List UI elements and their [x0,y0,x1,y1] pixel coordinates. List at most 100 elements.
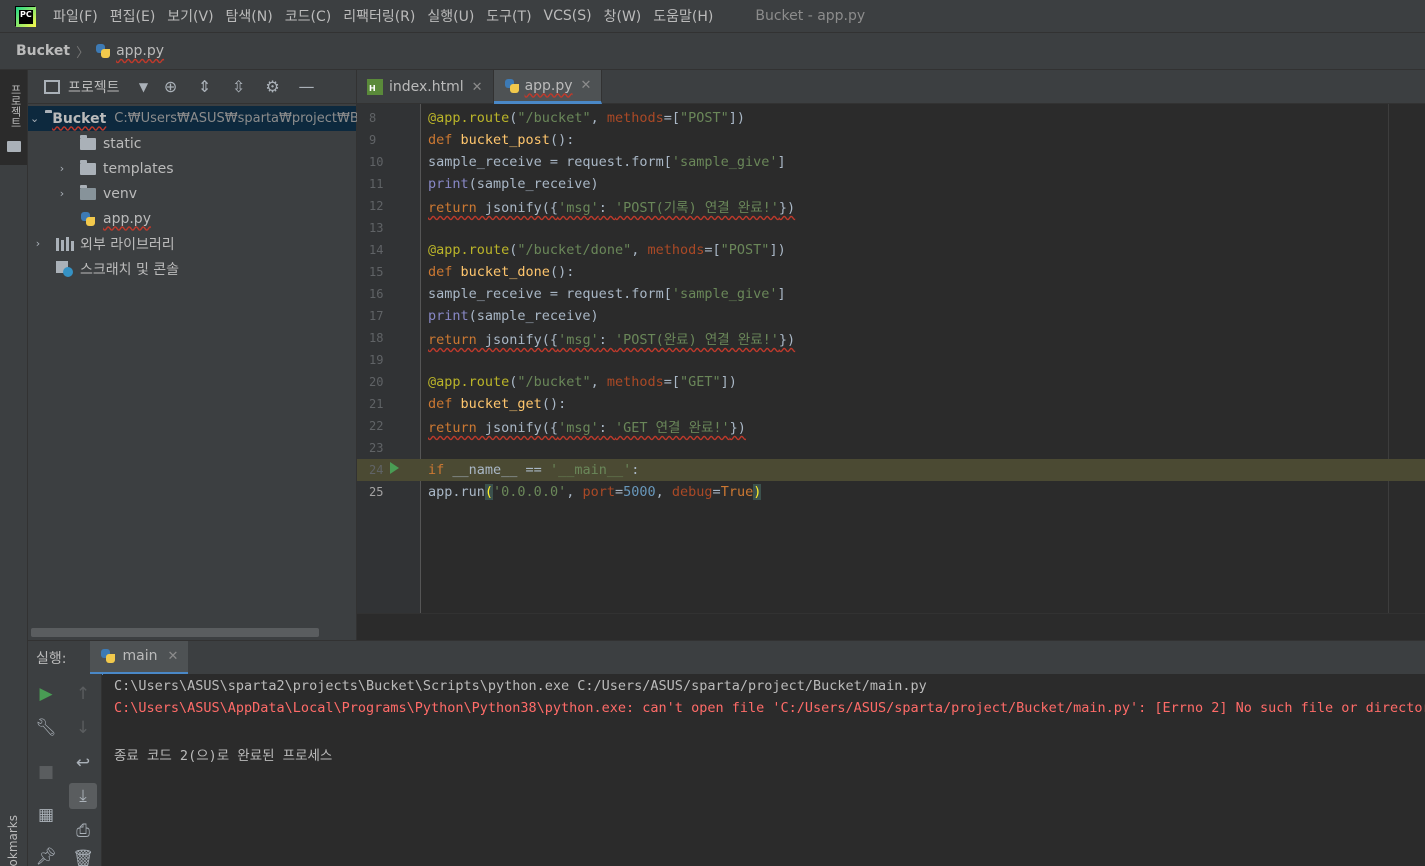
arrow-up-icon[interactable]: ↑ [69,681,97,707]
scroll-to-end-icon[interactable]: ⤓ [69,783,97,809]
code-text: @app.route("/bucket", methods=["POST"]) [428,110,746,126]
console-line: C:\Users\ASUS\sparta2\projects\Bucket\Sc… [114,678,927,694]
python-file-icon [95,43,111,59]
chevron-down-icon[interactable]: ⌄ [30,112,39,125]
tree-label: app.py [103,210,151,227]
gear-icon[interactable]: ⚙ [256,77,290,96]
chevron-right-icon[interactable]: › [28,237,48,250]
arrow-down-icon[interactable]: ↓ [69,715,97,741]
tree-row-scratches[interactable]: 스크래치 및 콘솔 [28,256,356,281]
run-gutter-icon[interactable] [390,462,399,474]
menu-file[interactable]: 파일(F) [53,6,98,26]
menu-navigate[interactable]: 탐색(N) [226,6,273,26]
run-tab-main[interactable]: main ✕ [90,640,189,675]
layout-icon[interactable]: ▦ [32,802,60,828]
menu-tools[interactable]: 도구(T) [486,6,531,26]
chevron-down-icon[interactable]: ▼ [134,80,154,94]
python-file-icon [100,648,116,664]
expand-all-icon[interactable]: ⇕ [188,77,222,96]
tree-row-templates[interactable]: › templates [28,156,356,181]
horizontal-scrollbar[interactable] [31,628,319,637]
bookmarks-tool-button[interactable]: Bookmarks [6,815,20,866]
html-file-icon: H [367,79,383,95]
tree-label: Bucket [52,110,107,127]
line-number: 22 [369,419,384,433]
run-console[interactable]: C:\Users\ASUS\sparta2\projects\Bucket\Sc… [103,674,1425,866]
line-number: 15 [369,265,384,279]
code-line: 13 [357,217,1425,239]
tree-row-venv[interactable]: › venv [28,181,356,206]
hide-icon[interactable]: — [290,77,324,96]
folder-icon [80,159,96,175]
project-panel: 프로젝트 ▼ ⊕ ⇕ ⇳ ⚙ — ⌄ Bucket C:₩Users₩ASUS₩… [28,70,359,640]
tree-row-static[interactable]: static [28,131,356,156]
code-line: 8 @app.route("/bucket", methods=["POST"]… [357,107,1425,129]
code-line: 17 print(sample_receive) [357,305,1425,327]
chevron-right-icon[interactable]: › [52,187,72,200]
locate-icon[interactable]: ⊕ [154,77,188,96]
soft-wrap-icon[interactable]: ↩ [69,750,97,776]
code-line: 23 [357,437,1425,459]
tree-row-external-libraries[interactable]: › 외부 라이브러리 [28,231,356,256]
code-text: return jsonify({'msg': 'POST(완료) 연결 완료!'… [428,332,796,348]
line-number: 12 [369,199,384,213]
stop-icon[interactable]: ■ [32,759,60,785]
pin-icon[interactable]: 📌︎ [32,844,60,866]
menu-view[interactable]: 보기(V) [167,6,213,26]
wrench-icon[interactable]: 🔧︎ [32,715,60,741]
tab-index-html[interactable]: H index.html ✕ [357,70,494,104]
tree-label: static [103,135,142,152]
code-text: if __name__ == '__main__': [428,462,640,478]
run-panel-header: 실행: main ✕ [28,640,1425,675]
code-text: sample_receive = request.form['sample_gi… [428,286,786,302]
menu-edit[interactable]: 편집(E) [110,6,156,26]
line-number: 25 [369,485,384,499]
window-title: Bucket - app.py [755,8,866,24]
menu-bar: PC 파일(F) 편집(E) 보기(V) 탐색(N) 코드(C) 리팩터링(R)… [0,0,1425,32]
breadcrumb-file[interactable]: app.py [116,43,164,59]
project-panel-title[interactable]: 프로젝트 [68,77,120,97]
code-line: 18 return jsonify({'msg': 'POST(완료) 연결 완… [357,327,1425,349]
library-icon [56,236,74,251]
tree-row-bucket[interactable]: ⌄ Bucket C:₩Users₩ASUS₩sparta₩project₩B [28,106,359,131]
project-tool-label: 프로젝트 [9,84,22,128]
tab-app-py[interactable]: app.py ✕ [493,70,603,104]
menu-window[interactable]: 창(W) [604,6,642,26]
code-text: def bucket_get(): [428,396,567,412]
trash-icon[interactable]: 🗑︎ [69,846,97,866]
folder-icon [80,134,96,150]
run-tab-label: main [122,648,158,664]
tab-label: index.html [389,79,464,95]
line-number: 14 [369,243,384,257]
breadcrumb-project[interactable]: Bucket [16,43,70,59]
run-toolbar: ▶ ↑ 🔧︎ ↓ ■ ↩ ⤓ ▦ ⎙ 📌︎ 🗑︎ [28,674,102,866]
menu-run[interactable]: 실행(U) [427,6,474,26]
print-icon[interactable]: ⎙ [69,818,97,844]
tree-row-app-py[interactable]: app.py [28,206,356,231]
collapse-all-icon[interactable]: ⇳ [222,77,256,96]
tree-label: templates [103,160,174,177]
menu-vcs[interactable]: VCS(S) [544,8,592,24]
pycharm-logo-icon[interactable]: PC [15,6,36,27]
close-icon[interactable]: ✕ [472,80,483,95]
code-text: def bucket_done(): [428,264,575,280]
editor-footer [357,613,1425,640]
code-editor[interactable]: 8 @app.route("/bucket", methods=["POST"]… [357,104,1425,613]
line-number: 18 [369,331,384,345]
line-number: 10 [369,155,384,169]
code-line: 10 sample_receive = request.form['sample… [357,151,1425,173]
code-text: @app.route("/bucket", methods=["GET"]) [428,374,737,390]
project-tool-button[interactable]: 프로젝트 [0,70,27,165]
console-error-line: C:\Users\ASUS\AppData\Local\Programs\Pyt… [114,700,1425,716]
project-panel-header: 프로젝트 ▼ ⊕ ⇕ ⇳ ⚙ — [28,70,356,104]
code-line: 12 return jsonify({'msg': 'POST(기록) 연결 완… [357,195,1425,217]
close-icon[interactable]: ✕ [581,78,592,93]
tree-path: C:₩Users₩ASUS₩sparta₩project₩B [114,111,359,126]
menu-refactor[interactable]: 리팩터링(R) [343,6,415,26]
menu-help[interactable]: 도움말(H) [653,6,713,26]
left-tool-strip: 프로젝트 Bookmarks [0,70,28,866]
menu-code[interactable]: 코드(C) [285,6,331,26]
chevron-right-icon[interactable]: › [52,162,72,175]
rerun-icon[interactable]: ▶ [32,681,60,707]
close-icon[interactable]: ✕ [167,649,178,664]
